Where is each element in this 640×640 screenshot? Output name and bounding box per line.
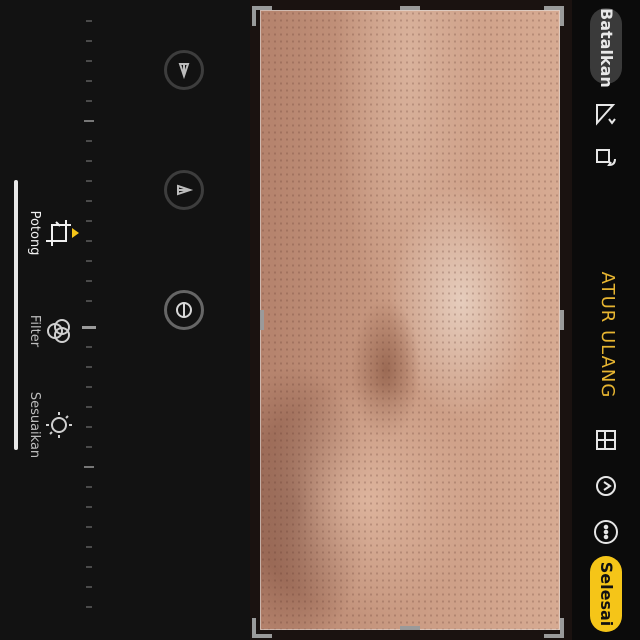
crop-icon [44, 216, 74, 250]
ruler-tick [86, 140, 92, 142]
ruler-tick [86, 180, 92, 182]
crop-handle-bottom-left[interactable] [252, 6, 272, 26]
crop-handle-top-right[interactable] [544, 618, 564, 638]
ruler-tick [86, 200, 92, 202]
ruler-tick [86, 446, 92, 448]
ruler-tick [86, 20, 92, 22]
ruler-tick [86, 406, 92, 408]
ruler-tick [86, 366, 92, 368]
top-toolbar: Batalkan ATUR ULANG Selesai [572, 0, 640, 640]
ruler-tick [86, 160, 92, 162]
more-icon[interactable] [590, 516, 622, 548]
ruler-center-indicator [82, 326, 96, 329]
angle-ruler[interactable] [76, 0, 100, 640]
page-title: ATUR ULANG [597, 271, 618, 399]
rotated-phone-ui: Batalkan ATUR ULANG Selesai Sesuaikan Fi… [0, 0, 640, 640]
ruler-tick [86, 300, 92, 302]
vertical-perspective-icon[interactable] [164, 170, 204, 210]
tools-panel: Sesuaikan Filter Potong [0, 0, 250, 640]
ruler-tick [86, 40, 92, 42]
crop-handle-bottom-right[interactable] [252, 618, 272, 638]
ruler-tick [86, 586, 92, 588]
tab-crop[interactable]: Potong [27, 198, 74, 268]
tab-adjust[interactable]: Sesuaikan [27, 390, 74, 460]
ruler-tick [86, 426, 92, 428]
crop-handle-top[interactable] [560, 310, 564, 330]
crop-area[interactable] [250, 0, 572, 640]
ruler-tick [86, 240, 92, 242]
ruler-tick [86, 80, 92, 82]
cancel-button[interactable]: Batalkan [590, 8, 622, 88]
auto-straighten-icon[interactable] [590, 470, 622, 502]
tab-crop-label: Potong [27, 210, 42, 256]
tab-adjust-label: Sesuaikan [27, 391, 42, 459]
ruler-tick [84, 466, 94, 468]
crop-handle-bottom[interactable] [260, 310, 264, 330]
ruler-tick [86, 566, 92, 568]
tab-filter-label: Filter [27, 314, 42, 348]
adjust-icon [44, 408, 74, 442]
crop-handle-right[interactable] [400, 626, 420, 630]
flip-icon[interactable] [590, 142, 622, 174]
aspect-ratio-icon[interactable] [590, 424, 622, 456]
ruler-tick [86, 386, 92, 388]
crop-frame[interactable] [260, 10, 560, 630]
ruler-tick [86, 486, 92, 488]
crop-handle-top-left[interactable] [544, 6, 564, 26]
rotate-icon[interactable] [590, 98, 622, 130]
filter-icon [44, 314, 74, 348]
horizontal-perspective-icon[interactable] [164, 50, 204, 90]
crop-handle-left[interactable] [400, 6, 420, 10]
ruler-tick [86, 506, 92, 508]
ruler-tick [86, 260, 92, 262]
ruler-tick [86, 526, 92, 528]
done-button[interactable]: Selesai [590, 556, 622, 632]
ruler-tick [86, 100, 92, 102]
straighten-icon[interactable] [164, 290, 204, 330]
ruler-tick [86, 546, 92, 548]
photo-editor-screen: Batalkan ATUR ULANG Selesai Sesuaikan Fi… [0, 0, 640, 640]
tab-filter[interactable]: Filter [27, 296, 74, 366]
ruler-tick [86, 346, 92, 348]
home-indicator [14, 180, 18, 450]
ruler-tick [84, 120, 94, 122]
ruler-tick [86, 220, 92, 222]
ruler-tick [86, 606, 92, 608]
ruler-tick [86, 280, 92, 282]
ruler-tick [86, 60, 92, 62]
